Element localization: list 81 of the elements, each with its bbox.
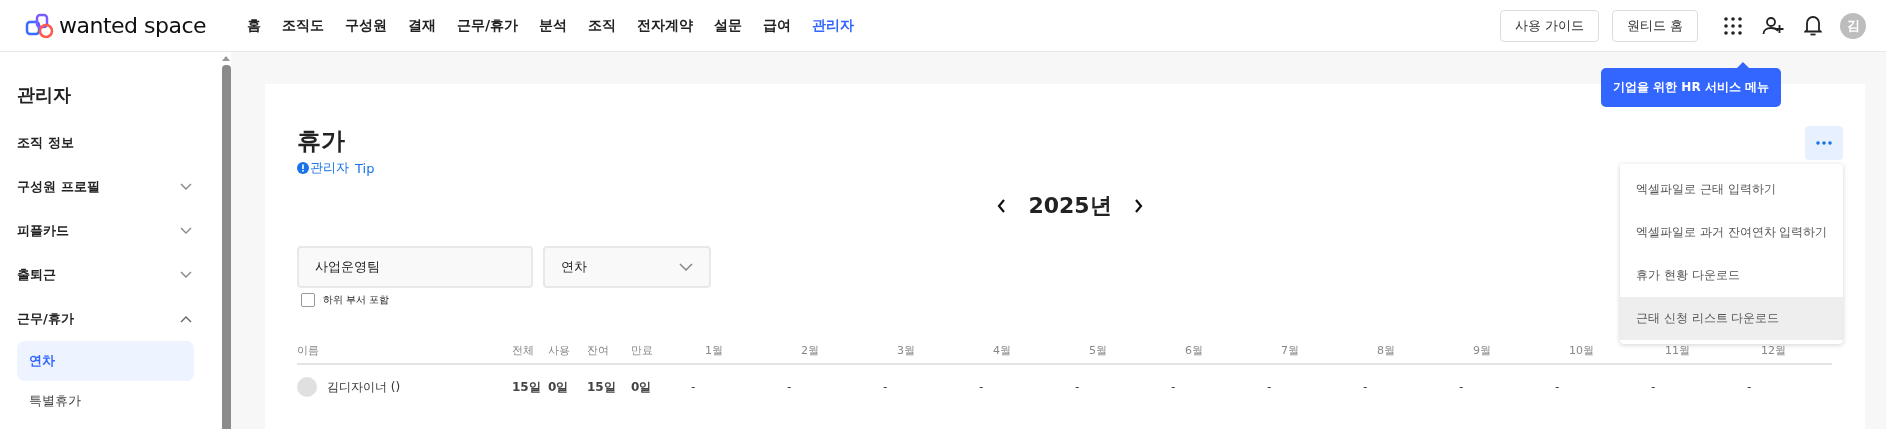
table-cell-text: -	[978, 380, 985, 394]
logo-icon	[25, 12, 55, 39]
column-header: 11월	[1664, 343, 1691, 358]
table-cell-text: -	[1362, 380, 1369, 394]
nav-tab[interactable]: 설문	[714, 16, 743, 35]
more-icon	[1816, 141, 1832, 145]
table-cell-text: -	[1266, 380, 1273, 394]
nav-tab[interactable]: 구성원	[345, 16, 387, 35]
tip-link[interactable]: Tip	[355, 160, 375, 176]
column-header: 3월	[896, 343, 916, 358]
sidebar-item[interactable]: 근무/휴가	[17, 297, 194, 341]
info-icon	[297, 162, 309, 174]
table-cell-text: 15일	[512, 378, 542, 396]
department-field[interactable]: 사업운영팀	[297, 246, 533, 288]
nav-tab[interactable]: 분석	[539, 16, 568, 35]
column-header: 2월	[800, 343, 820, 358]
avatar-icon	[297, 377, 317, 397]
checkbox[interactable]	[301, 293, 315, 307]
column-header: 이름	[297, 343, 320, 358]
nav-tab[interactable]: 조직	[588, 16, 617, 35]
table-cell-text: -	[1170, 380, 1177, 394]
header-button[interactable]: 사용 가이드	[1499, 9, 1599, 42]
menu-item[interactable]: 근태 신청 리스트 다운로드	[1620, 297, 1843, 340]
column-header: 잔여	[587, 343, 610, 358]
column-header: 전체	[512, 343, 535, 358]
column-header: 4월	[992, 343, 1012, 358]
column-header: 5월	[1088, 343, 1108, 358]
table-cell-text: -	[786, 380, 793, 394]
column-header: 사용	[548, 343, 571, 358]
year-label: 2025년	[1028, 192, 1112, 220]
sidebar-subitem[interactable]: 연차	[17, 341, 194, 381]
sidebar-item[interactable]: 피플카드	[17, 209, 194, 253]
table-cell-text: -	[1554, 380, 1561, 394]
table-cell-text: -	[882, 380, 889, 394]
column-header: 9월	[1472, 343, 1492, 358]
table-cell-text: 15일	[587, 378, 617, 396]
page-title: 휴가	[297, 126, 346, 156]
table-cell-text: 0일	[631, 378, 653, 396]
logo-text[interactable]: wanted space	[59, 13, 207, 38]
column-header: 10월	[1568, 343, 1595, 358]
column-header: 8월	[1376, 343, 1396, 358]
employee-name: 김디자이너 ()	[327, 378, 401, 396]
menu-item[interactable]: 엑셀파일로 근태 입력하기	[1620, 168, 1843, 211]
checkbox-label: 하위 부서 포함	[323, 293, 390, 307]
column-header: 6월	[1184, 343, 1204, 358]
column-header: 1월	[704, 343, 724, 358]
tip-label[interactable]: 관리자	[310, 159, 349, 177]
tooltip-arrow	[1737, 62, 1749, 68]
nav-tab[interactable]: 전자계약	[637, 16, 694, 35]
menu-item[interactable]: 엑셀파일로 과거 잔여연차 입력하기	[1620, 211, 1843, 254]
table-cell-text: -	[1074, 380, 1081, 394]
table-cell-text: 0일	[548, 378, 570, 396]
sidebar-item[interactable]: 조직 정보	[17, 121, 194, 165]
nav-tab[interactable]: 급여	[763, 16, 792, 35]
sidebar-subitem[interactable]: 특별휴가	[17, 381, 194, 421]
previous-year-icon[interactable]	[997, 199, 1007, 213]
sidebar-item[interactable]: 출퇴근	[17, 253, 194, 297]
column-header: 12월	[1760, 343, 1787, 358]
apps-grid-icon[interactable]	[1724, 16, 1742, 35]
sidebar-title: 관리자	[17, 83, 72, 107]
next-year-icon[interactable]	[1133, 199, 1143, 213]
nav-tab[interactable]: 결재	[408, 16, 436, 35]
tooltip: 기업을 위한 HR 서비스 메뉴	[1601, 68, 1781, 107]
header-button[interactable]: 원티드 홈	[1611, 9, 1698, 42]
nav-tab[interactable]: 조직도	[282, 16, 324, 35]
table-cell-text: -	[1746, 380, 1753, 394]
table-cell-text: -	[1650, 380, 1657, 394]
table-cell-text: -	[1458, 380, 1465, 394]
column-header: 7월	[1280, 343, 1300, 358]
menu-item[interactable]: 휴가 현황 다운로드	[1620, 254, 1843, 297]
table-cell-text: -	[690, 380, 697, 394]
notification-bell-icon[interactable]	[1804, 15, 1822, 36]
column-header: 만료	[631, 343, 654, 358]
scroll-up-icon[interactable]	[222, 56, 230, 61]
add-user-icon[interactable]	[1762, 15, 1784, 36]
nav-tab[interactable]: 홈	[247, 16, 261, 35]
nav-tab[interactable]: 관리자	[812, 16, 855, 35]
sidebar-item[interactable]: 구성원 프로필	[17, 165, 194, 209]
nav-tab[interactable]: 근무/휴가	[457, 16, 519, 35]
leave-type-select[interactable]: 연차	[543, 246, 711, 288]
chevron-down-icon	[679, 263, 693, 271]
